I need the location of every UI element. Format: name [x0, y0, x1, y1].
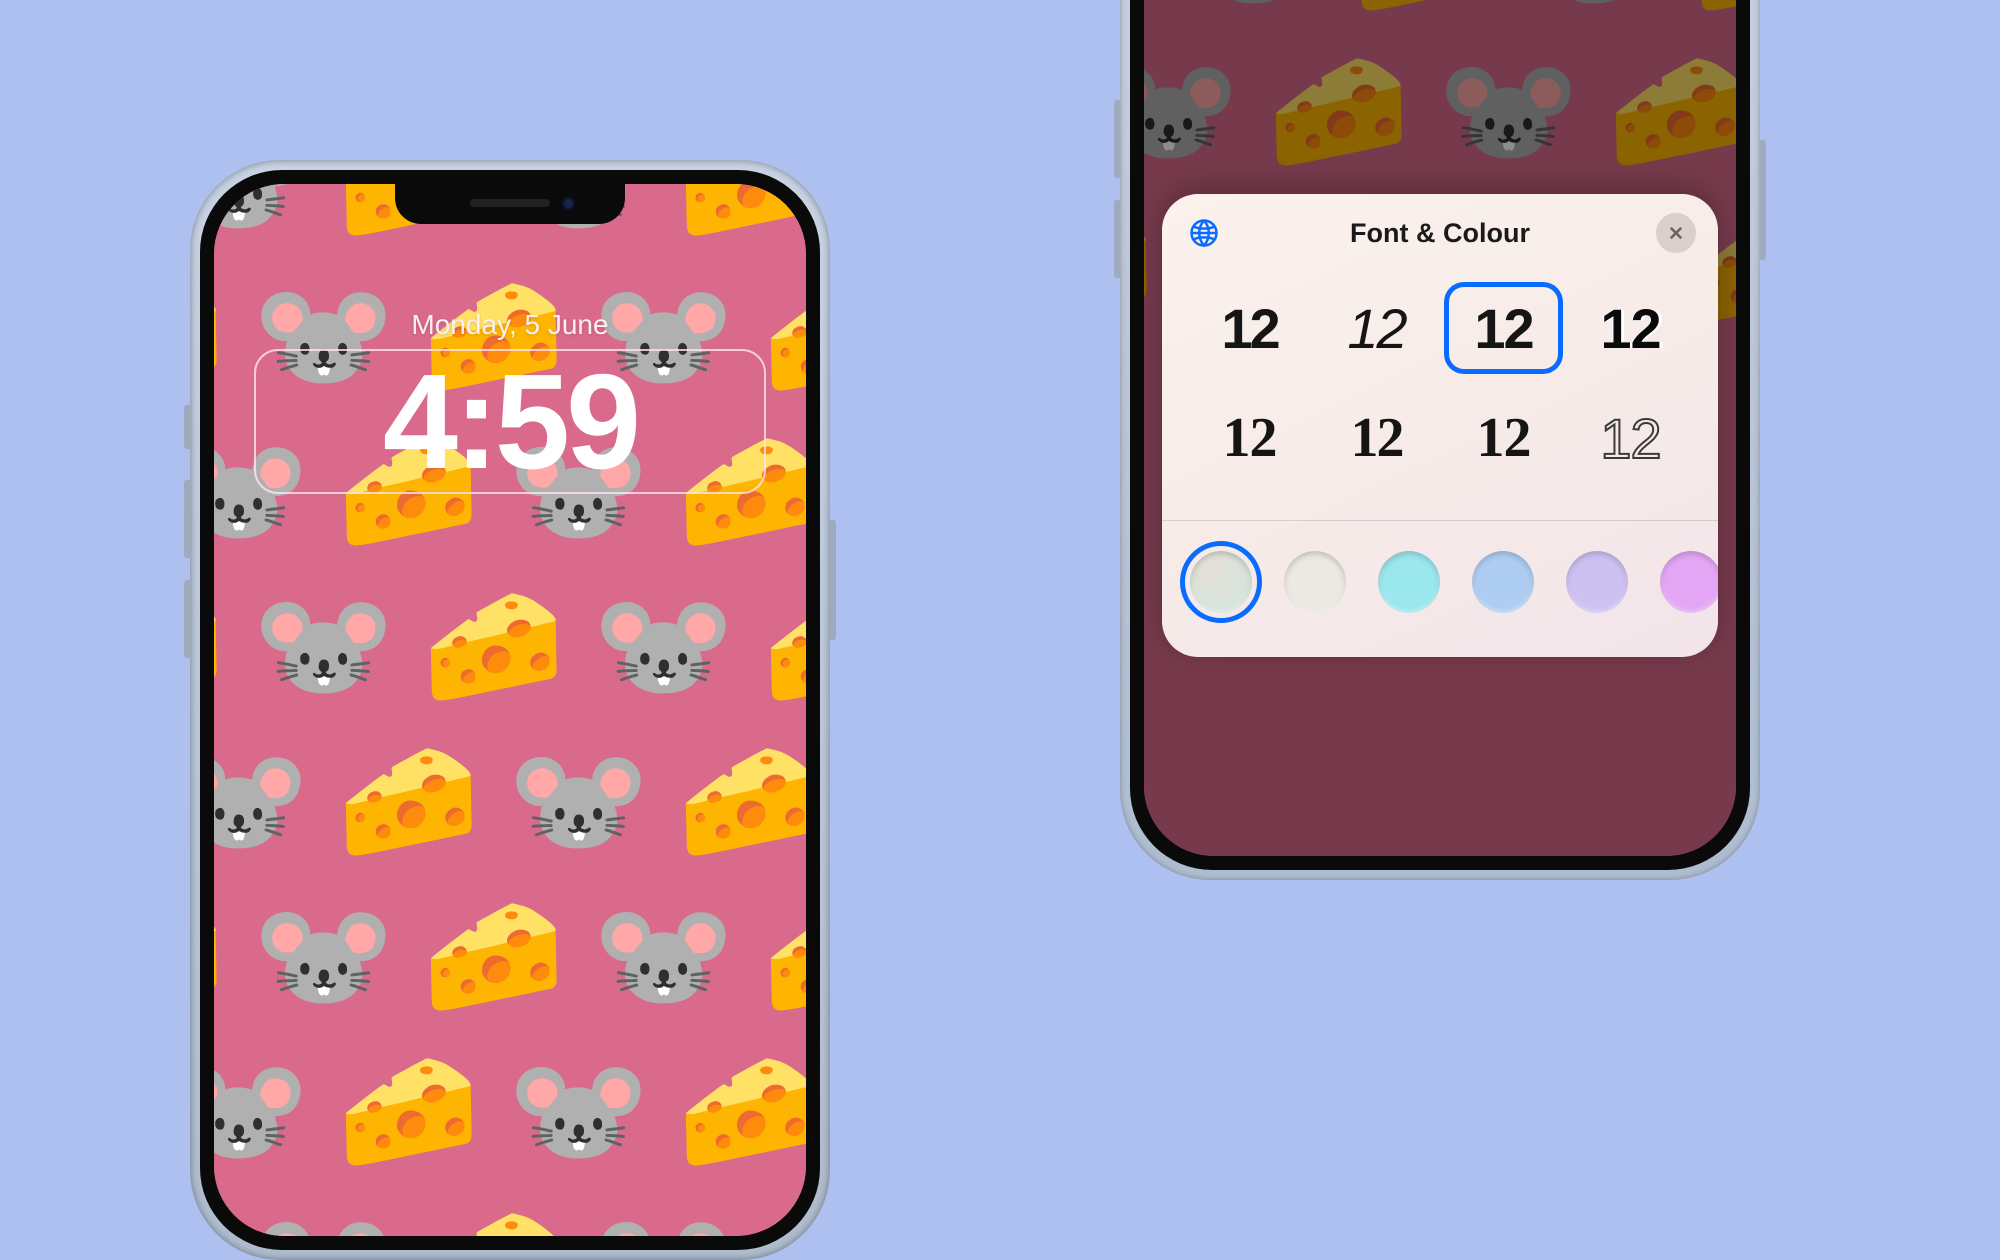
- font-colour-panel: Font & Colour 1212121212121212: [1162, 194, 1718, 657]
- font-option-stencil[interactable]: 12: [1571, 282, 1690, 374]
- font-option-sans-bold[interactable]: 12: [1190, 282, 1309, 374]
- colour-swatch-6[interactable]: [1660, 551, 1718, 613]
- lockscreen-time: 4:59: [383, 354, 637, 489]
- font-option-serif-classic[interactable]: 12: [1190, 392, 1309, 484]
- font-option-serif-black[interactable]: 12: [1317, 392, 1436, 484]
- colour-swatch-1[interactable]: [1190, 551, 1252, 613]
- lockscreen-date: Monday, 5 June: [214, 309, 806, 341]
- lockscreen-time-selection[interactable]: 4:59: [254, 349, 766, 494]
- font-colour-screen: 🐭🧀🐭🧀🐭🧀🧀🐭🧀🐭🧀🐭🐭🧀🐭🧀🐭🧀🧀🐭🧀🐭🧀🐭 F: [1144, 0, 1736, 856]
- emoji-wallpaper: 🐭🧀🐭🧀🐭🧀🧀🐭🧀🐭🧀🐭🐭🧀🐭🧀🐭🧀🧀🐭🧀🐭🧀🐭🐭🧀🐭🧀🐭🧀🧀🐭🧀🐭🧀🐭🐭🧀🐭🧀…: [214, 184, 806, 1236]
- colour-swatch-row[interactable]: [1162, 521, 1718, 657]
- phone-bezel: 🐭🧀🐭🧀🐭🧀🧀🐭🧀🐭🧀🐭🐭🧀🐭🧀🐭🧀🧀🐭🧀🐭🧀🐭 F: [1130, 0, 1750, 870]
- notch: [395, 184, 625, 224]
- font-option-outline[interactable]: 12: [1571, 392, 1690, 484]
- font-option-sans-thin-italic[interactable]: 12: [1317, 282, 1436, 374]
- panel-header: Font & Colour: [1162, 194, 1718, 272]
- font-option-didone[interactable]: 12: [1444, 392, 1563, 484]
- colour-swatch-2[interactable]: [1284, 551, 1346, 613]
- globe-button[interactable]: [1186, 215, 1222, 251]
- lockscreen: 🐭🧀🐭🧀🐭🧀🧀🐭🧀🐭🧀🐭🐭🧀🐭🧀🐭🧀🧀🐭🧀🐭🧀🐭🐭🧀🐭🧀🐭🧀🧀🐭🧀🐭🧀🐭🐭🧀🐭🧀…: [214, 184, 806, 1236]
- phone-left: 🐭🧀🐭🧀🐭🧀🧀🐭🧀🐭🧀🐭🐭🧀🐭🧀🐭🧀🧀🐭🧀🐭🧀🐭🐭🧀🐭🧀🐭🧀🧀🐭🧀🐭🧀🐭🐭🧀🐭🧀…: [190, 160, 830, 1260]
- colour-swatch-4[interactable]: [1472, 551, 1534, 613]
- close-button[interactable]: [1656, 213, 1696, 253]
- font-option-rounded[interactable]: 12: [1444, 282, 1563, 374]
- colour-swatch-5[interactable]: [1566, 551, 1628, 613]
- phone-right: 🐭🧀🐭🧀🐭🧀🧀🐭🧀🐭🧀🐭🐭🧀🐭🧀🐭🧀🧀🐭🧀🐭🧀🐭 F: [1120, 0, 1760, 880]
- colour-swatch-3[interactable]: [1378, 551, 1440, 613]
- panel-title: Font & Colour: [1350, 218, 1530, 249]
- font-options-grid: 1212121212121212: [1162, 272, 1718, 520]
- phone-bezel: 🐭🧀🐭🧀🐭🧀🧀🐭🧀🐭🧀🐭🐭🧀🐭🧀🐭🧀🧀🐭🧀🐭🧀🐭🐭🧀🐭🧀🐭🧀🧀🐭🧀🐭🧀🐭🐭🧀🐭🧀…: [200, 170, 820, 1250]
